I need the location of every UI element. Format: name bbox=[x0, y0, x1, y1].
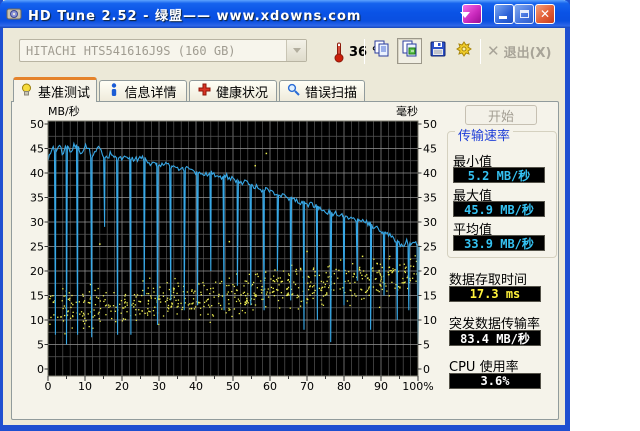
svg-text:25: 25 bbox=[30, 241, 44, 254]
benchmark-chart: MB/秒 毫秒0 05 510 1015 1520 2025 2530 3035 3540 4045… bbox=[30, 104, 437, 393]
svg-text:20: 20 bbox=[30, 265, 44, 278]
svg-text:20: 20 bbox=[423, 265, 437, 278]
tab-label: 信息详情 bbox=[124, 86, 177, 101]
toolbar-separator bbox=[480, 39, 481, 64]
avg-value-display: 33.9 MB/秒 bbox=[453, 235, 545, 251]
svg-text:35: 35 bbox=[423, 192, 437, 205]
svg-text:30: 30 bbox=[423, 216, 437, 229]
benchmark-icon bbox=[20, 83, 33, 100]
svg-text:100%: 100% bbox=[402, 380, 433, 393]
svg-text:0: 0 bbox=[37, 363, 44, 376]
maximize-button[interactable] bbox=[514, 4, 534, 24]
info-icon bbox=[109, 83, 119, 100]
tab-error-scan[interactable]: 错误扫描 bbox=[279, 80, 365, 102]
transfer-rate-group-title: 传输速率 bbox=[455, 125, 514, 144]
svg-text:50: 50 bbox=[226, 380, 240, 393]
save-icon bbox=[429, 40, 447, 62]
screen: HD Tune 2.52 - 绿盟—— www.xdowns.com ✕ HIT… bbox=[0, 0, 640, 431]
app-icon bbox=[6, 6, 22, 22]
tab-label: 错误扫描 bbox=[304, 86, 357, 101]
copy-to-file-button[interactable] bbox=[397, 38, 422, 64]
exit-button[interactable]: ✕ 退出(X) bbox=[487, 42, 552, 62]
svg-text:10: 10 bbox=[423, 314, 437, 327]
burst-rate-display: 83.4 MB/秒 bbox=[449, 330, 541, 346]
svg-text:0: 0 bbox=[45, 380, 52, 393]
copy-icon bbox=[373, 40, 391, 62]
svg-text:10: 10 bbox=[78, 380, 92, 393]
svg-text:5: 5 bbox=[423, 339, 430, 352]
drive-select-value: HITACHI HTS541616J9S (160 GB) bbox=[26, 43, 236, 58]
svg-text:40: 40 bbox=[423, 167, 437, 180]
svg-text:20: 20 bbox=[115, 380, 129, 393]
save-button[interactable] bbox=[425, 38, 450, 64]
close-icon: ✕ bbox=[539, 7, 551, 21]
title-bar: HD Tune 2.52 - 绿盟—— www.xdowns.com ✕ bbox=[0, 0, 570, 28]
svg-text:毫秒: 毫秒 bbox=[396, 104, 418, 118]
close-button[interactable]: ✕ bbox=[535, 4, 555, 24]
svg-text:0: 0 bbox=[423, 363, 430, 376]
tab-label: 基准测试 bbox=[37, 85, 90, 101]
options-icon bbox=[455, 40, 473, 62]
svg-text:35: 35 bbox=[30, 192, 44, 205]
thermometer-icon bbox=[333, 41, 345, 67]
svg-text:15: 15 bbox=[30, 290, 44, 303]
svg-text:50: 50 bbox=[30, 118, 44, 131]
drive-select[interactable]: HITACHI HTS541616J9S (160 GB) bbox=[19, 39, 307, 62]
app-window: HD Tune 2.52 - 绿盟—— www.xdowns.com ✕ HIT… bbox=[0, 0, 570, 431]
svg-text:60: 60 bbox=[263, 380, 277, 393]
svg-text:10: 10 bbox=[30, 314, 44, 327]
min-value-display: 5.2 MB/秒 bbox=[453, 167, 545, 183]
window-title: HD Tune 2.52 - 绿盟—— www.xdowns.com bbox=[28, 8, 362, 24]
chevron-down-icon bbox=[286, 40, 306, 61]
svg-text:45: 45 bbox=[423, 143, 437, 156]
svg-text:MB/秒: MB/秒 bbox=[48, 104, 80, 118]
svg-text:50: 50 bbox=[423, 118, 437, 131]
health-icon bbox=[198, 83, 211, 100]
max-value-display: 45.9 MB/秒 bbox=[453, 201, 545, 217]
svg-text:40: 40 bbox=[30, 167, 44, 180]
start-button[interactable]: 开始 bbox=[465, 105, 537, 125]
download-button[interactable] bbox=[460, 4, 482, 24]
tab-info[interactable]: 信息详情 bbox=[99, 80, 187, 102]
svg-text:45: 45 bbox=[30, 143, 44, 156]
minimize-button[interactable] bbox=[494, 4, 514, 24]
svg-text:30: 30 bbox=[30, 216, 44, 229]
options-button[interactable] bbox=[451, 38, 476, 64]
exit-label: 退出(X) bbox=[503, 46, 552, 61]
svg-text:15: 15 bbox=[423, 290, 437, 303]
cpu-usage-display: 3.6% bbox=[449, 373, 541, 389]
svg-text:30: 30 bbox=[152, 380, 166, 393]
svg-text:25: 25 bbox=[423, 241, 437, 254]
copy-file-icon bbox=[401, 40, 419, 62]
access-time-display: 17.3 ms bbox=[449, 286, 541, 302]
svg-text:80: 80 bbox=[337, 380, 351, 393]
svg-text:90: 90 bbox=[374, 380, 388, 393]
tab-label: 健康状况 bbox=[215, 86, 268, 101]
svg-text:5: 5 bbox=[37, 339, 44, 352]
tab-benchmark[interactable]: 基准测试 bbox=[13, 77, 97, 102]
exit-icon: ✕ bbox=[487, 42, 500, 60]
maximize-icon bbox=[519, 10, 529, 18]
copy-button[interactable] bbox=[369, 38, 394, 64]
svg-text:70: 70 bbox=[300, 380, 314, 393]
minimize-icon bbox=[499, 16, 507, 19]
svg-text:40: 40 bbox=[189, 380, 203, 393]
scan-icon bbox=[287, 83, 300, 100]
toolbar-separator bbox=[364, 39, 365, 64]
tab-health[interactable]: 健康状况 bbox=[189, 80, 277, 102]
